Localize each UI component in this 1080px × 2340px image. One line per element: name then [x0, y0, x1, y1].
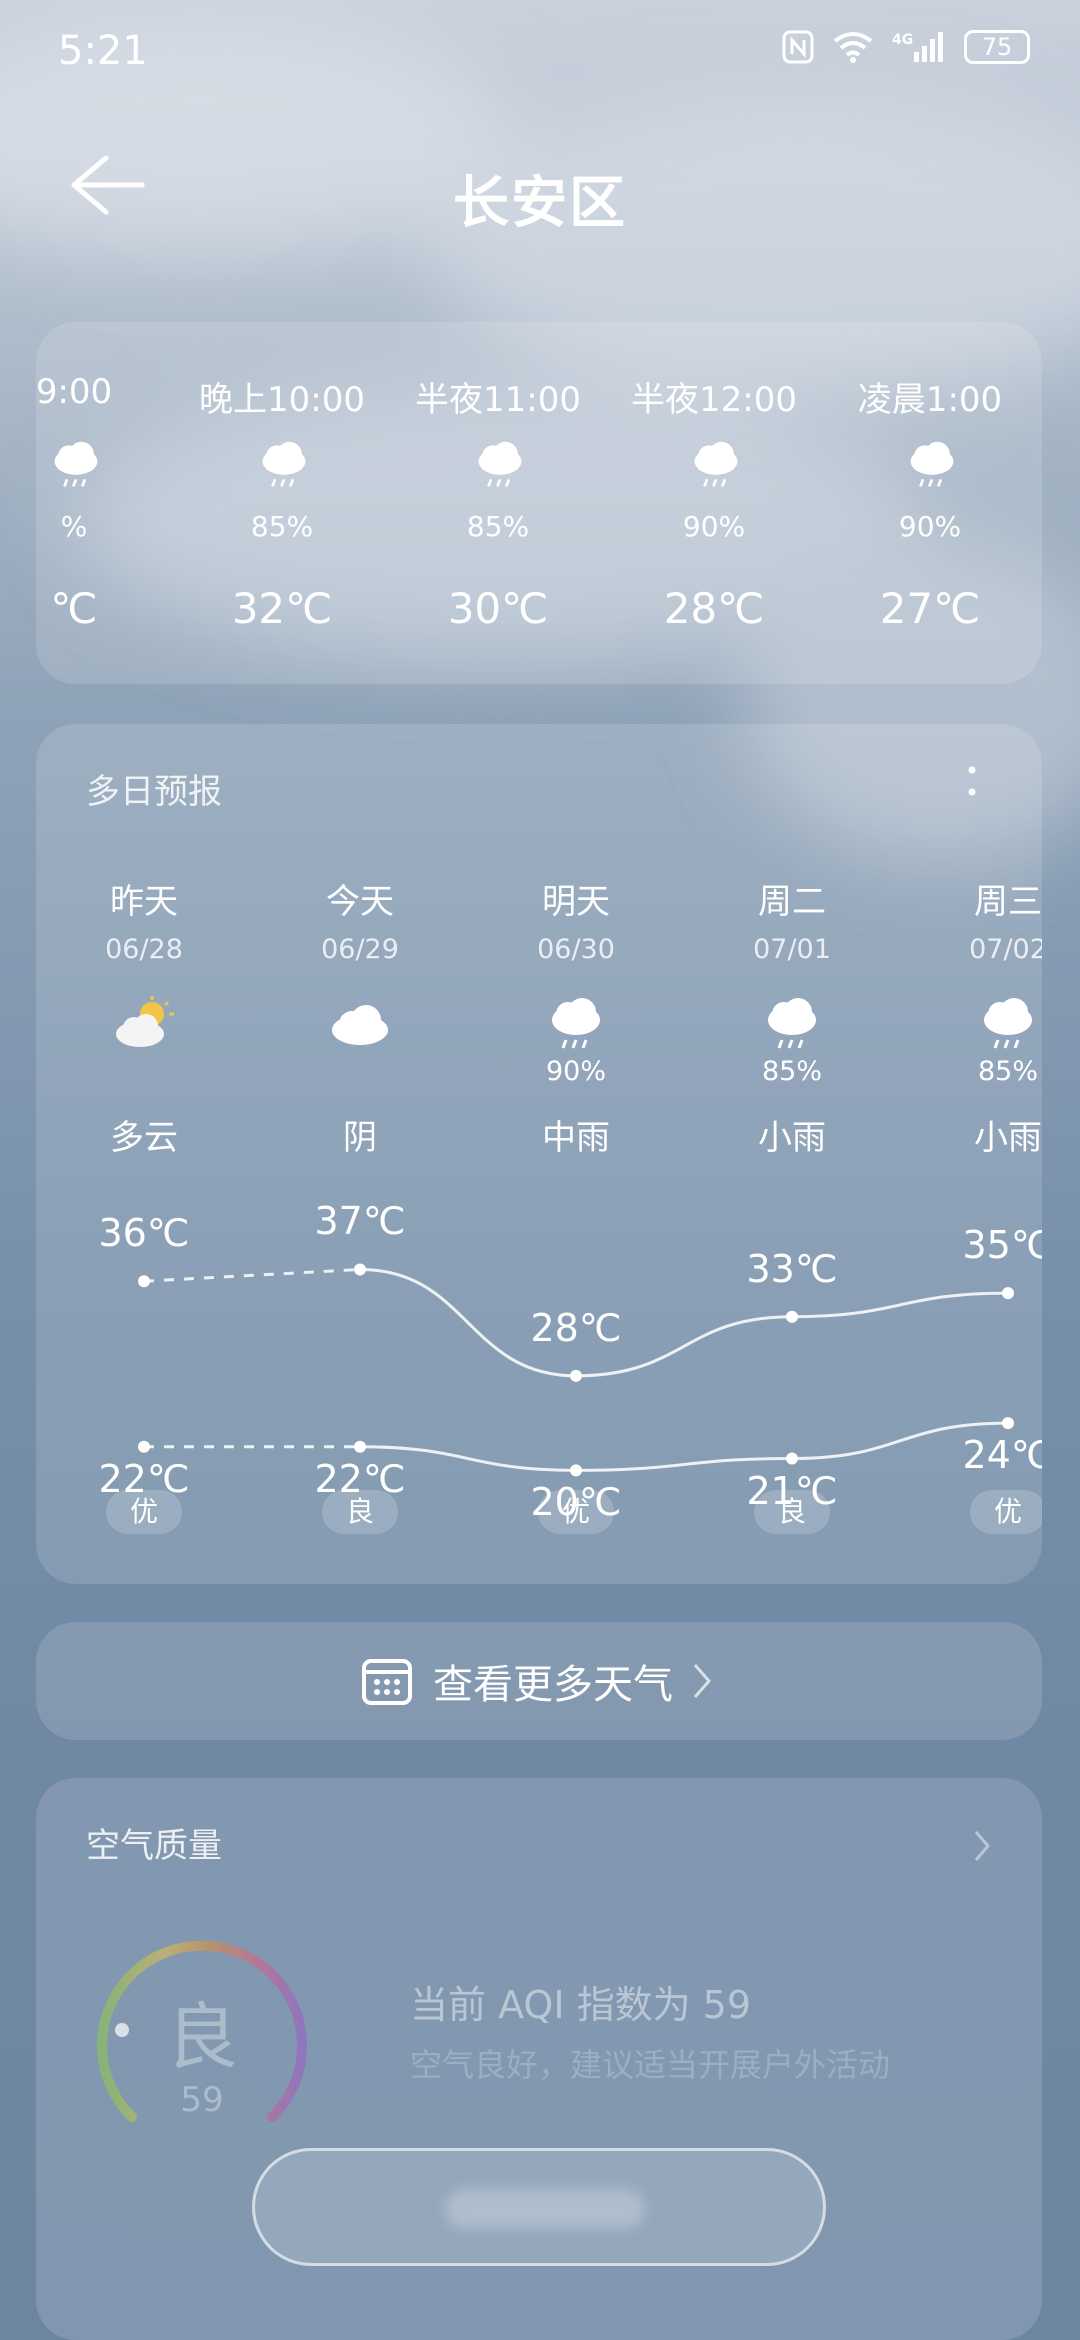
- day-aqi-badge: 优: [970, 1490, 1042, 1534]
- more-weather-button[interactable]: 查看更多天气: [36, 1622, 1042, 1740]
- day-precip: 90%: [545, 1056, 606, 1087]
- low-temp-label: 24℃: [962, 1433, 1042, 1478]
- hour-temp: 28℃: [663, 584, 765, 633]
- floating-action-button[interactable]: [252, 2148, 826, 2266]
- high-temp-point: [354, 1263, 366, 1276]
- hour-time: 晚上10:00: [199, 380, 365, 420]
- hour-time: 凌晨1:00: [857, 380, 1003, 420]
- air-quality-title: 空气质量: [86, 1826, 222, 1866]
- day-condition: 中雨: [542, 1118, 610, 1158]
- aqi-summary: 当前 AQI 指数为 59: [410, 1983, 752, 2027]
- rain-cloud-icon: [46, 440, 106, 490]
- svg-text:4G: 4G: [892, 32, 913, 48]
- aqi-level: 良: [165, 1995, 238, 2079]
- day-name: 周三: [974, 882, 1042, 922]
- low-temp-point: [570, 1464, 582, 1477]
- hour-time: 9:00: [36, 372, 113, 412]
- chevron-right-icon[interactable]: [972, 1828, 992, 1864]
- aqi-index: 59: [180, 2080, 224, 2120]
- day-name: 明天: [542, 882, 610, 922]
- daily-forecast-card[interactable]: 多日预报 昨天 06/28 多云优今天 06/29 阴良明天 06/30 90% 中雨优周二 0…: [36, 724, 1042, 1584]
- hour-precip: 85%: [250, 510, 314, 543]
- hour-temp: 30℃: [447, 584, 549, 633]
- low-temp-label: 21℃: [746, 1468, 838, 1513]
- high-temp-label: 33℃: [746, 1246, 838, 1291]
- high-temp-point: [1002, 1287, 1014, 1300]
- partly-cloudy-icon: [112, 996, 176, 1052]
- signal-icon: 4G: [892, 32, 943, 62]
- nfc-icon: [782, 30, 814, 64]
- low-temp-point: [1002, 1417, 1014, 1430]
- low-temp-point: [786, 1452, 798, 1465]
- rain-cloud-icon: [254, 440, 314, 490]
- day-date: 06/29: [321, 934, 399, 965]
- low-temp-label: 22℃: [98, 1456, 190, 1501]
- page-title: 长安区: [453, 171, 627, 236]
- hour-precip: %: [60, 510, 88, 543]
- high-temp-label: 36℃: [98, 1211, 190, 1256]
- high-temp-point: [786, 1310, 798, 1323]
- day-date: 07/02: [969, 934, 1042, 965]
- rain-cloud-icon: [686, 440, 746, 490]
- floating-button-blurred-label: [445, 2189, 645, 2229]
- high-temp-label: 35℃: [962, 1223, 1042, 1268]
- hour-temp: 32℃: [231, 584, 333, 633]
- status-icons: 4G 75: [782, 30, 1030, 64]
- rain-cloud-icon: [544, 996, 608, 1052]
- top-bar: 长安区: [0, 130, 1080, 250]
- high-temp-line: [359, 1267, 1009, 1378]
- chevron-right-icon: [693, 1664, 711, 1698]
- hourly-forecast-card[interactable]: 9:00% ℃ 晚上10:00 85% 32℃ 半夜11:00 85% 30℃ 半夜12:00 9…: [36, 322, 1042, 684]
- low-temp-label: 20℃: [530, 1480, 622, 1525]
- status-bar: 5:21 4G 75: [0, 0, 1080, 100]
- day-precip: 85%: [761, 1056, 822, 1087]
- hour-precip: 90%: [682, 510, 746, 543]
- low-temp-label: 22℃: [314, 1456, 406, 1501]
- hour-temp: ℃: [50, 584, 98, 633]
- more-weather-label: 查看更多天气: [433, 1662, 673, 1708]
- day-date: 06/28: [105, 934, 183, 965]
- wifi-icon: [833, 32, 873, 63]
- rain-cloud-icon: [902, 440, 962, 490]
- day-condition: 小雨: [758, 1118, 826, 1158]
- battery-indicator: 75: [964, 30, 1030, 64]
- day-condition: 小雨: [974, 1118, 1042, 1158]
- day-name: 今天: [326, 882, 394, 922]
- high-temp-label: 37℃: [314, 1199, 406, 1244]
- hour-precip: 85%: [466, 510, 530, 543]
- high-temp-label: 28℃: [530, 1305, 622, 1350]
- day-name: 昨天: [110, 882, 178, 922]
- day-date: 06/30: [537, 934, 615, 965]
- cloud-icon: [328, 996, 392, 1052]
- high-temp-past-line: [143, 1267, 361, 1283]
- rain-cloud-icon: [760, 996, 824, 1052]
- day-condition: 多云: [110, 1118, 178, 1158]
- calendar-icon: [362, 1659, 412, 1705]
- low-temp-point: [138, 1440, 150, 1453]
- low-temp-point: [354, 1440, 366, 1453]
- day-precip: 85%: [977, 1056, 1038, 1087]
- high-temp-point: [138, 1275, 150, 1288]
- rain-cloud-icon: [470, 440, 530, 490]
- high-temp-point: [570, 1369, 582, 1382]
- hour-time: 半夜12:00: [631, 380, 797, 420]
- day-date: 07/01: [753, 934, 831, 965]
- hour-time: 半夜11:00: [415, 380, 581, 420]
- aqi-advice: 空气良好，建议适当开展户外活动: [410, 2046, 891, 2084]
- hour-precip: 90%: [898, 510, 962, 543]
- day-condition: 阴: [343, 1118, 377, 1158]
- hour-temp: 27℃: [879, 584, 981, 633]
- status-time: 5:21: [58, 28, 148, 74]
- rain-cloud-icon: [976, 996, 1040, 1052]
- day-name: 周二: [758, 882, 826, 922]
